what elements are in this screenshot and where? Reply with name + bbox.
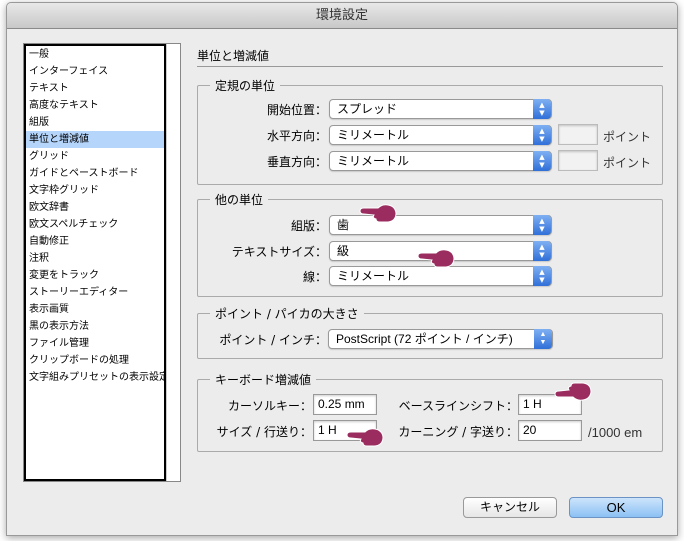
kerning-input[interactable]: 20 — [518, 420, 582, 441]
chevron-updown-icon: ▲ ▼ — [533, 99, 551, 119]
sidebar-item[interactable]: ストーリーエディター — [26, 284, 164, 301]
sidebar-item[interactable]: グリッド — [26, 148, 164, 165]
pointing-hand-icon — [359, 204, 397, 223]
sidebar-item[interactable]: ガイドとペーストボード — [26, 165, 164, 182]
vertical-points-input[interactable] — [558, 150, 598, 171]
select-value: ミリメートル — [337, 128, 410, 142]
divider — [197, 66, 663, 67]
select-value: 歯 — [337, 218, 350, 232]
select-value: スプレッド — [337, 102, 398, 116]
chevron-updown-icon: ▲ ▼ — [533, 215, 551, 235]
select-value: 級 — [337, 244, 350, 258]
select-value: ミリメートル — [337, 269, 410, 283]
points-inch-label: ポイント / インチ： — [219, 333, 327, 347]
cursor-key-input[interactable]: 0.25 mm — [313, 394, 377, 415]
origin-label: 開始位置： — [266, 103, 327, 117]
cursor-key-label: カーソルキー： — [227, 399, 312, 413]
keyboard-increments-group: キーボード増減値 カーソルキー： 0.25 mm サイズ / 行送り： 1 H … — [197, 371, 663, 452]
sidebar-item[interactable]: 黒の表示方法 — [26, 318, 164, 335]
vertical-select[interactable]: ミリメートル ▲ ▼ — [329, 151, 552, 171]
ok-button[interactable]: OK — [569, 497, 663, 518]
point-pica-group: ポイント / パイカの大きさ ポイント / インチ： PostScript (7… — [197, 305, 663, 359]
sidebar-item[interactable]: 文字組みプリセットの表示設定 — [26, 369, 169, 386]
chevron-updown-icon: ▲ ▼ — [533, 125, 551, 145]
sidebar-item[interactable]: クリップボードの処理 — [26, 352, 164, 369]
ruler-units-group: 定規の単位 開始位置： スプレッド ▲ ▼ 水平方向： ミリメートル ▲ ▼ ポイント … — [197, 77, 663, 185]
sidebar-item[interactable]: 一般 — [26, 46, 164, 63]
sidebar-item[interactable]: 組版 — [26, 114, 164, 131]
sidebar-item[interactable]: 欧文辞書 — [26, 199, 164, 216]
sidebar-item[interactable]: 表示画質 — [26, 301, 164, 318]
sidebar-item[interactable]: 高度なテキスト — [26, 97, 164, 114]
sidebar-item[interactable]: 文字枠グリッド — [26, 182, 164, 199]
origin-select[interactable]: スプレッド ▲ ▼ — [329, 99, 552, 119]
text-size-label: テキストサイズ： — [231, 245, 327, 259]
sidebar-item[interactable]: テキスト — [26, 80, 164, 97]
points-inch-select[interactable]: PostScript (72 ポイント / インチ) ▲ ▼ — [328, 329, 553, 349]
chevron-updown-icon: ▲ ▼ — [533, 151, 551, 171]
horizontal-select[interactable]: ミリメートル ▲ ▼ — [329, 125, 552, 145]
sidebar-list: 一般 インターフェイス テキスト 高度なテキスト 組版 単位と増減値 グリッド ガイドとペース… — [23, 43, 181, 482]
page-title: 単位と増減値 — [197, 49, 270, 63]
sidebar-item[interactable]: ファイル管理 — [26, 335, 164, 352]
unit-label: ポイント — [603, 156, 652, 170]
pointing-hand-icon — [346, 428, 384, 447]
horizontal-points-input[interactable] — [558, 124, 598, 145]
chevron-updown-icon: ▲ ▼ — [533, 266, 551, 286]
sidebar-item[interactable]: 単位と増減値 — [26, 131, 164, 148]
window-title: 環境設定 — [7, 3, 677, 29]
size-leading-label: サイズ / 行送り： — [216, 425, 312, 439]
group-label: ポイント / パイカの大きさ — [210, 305, 364, 322]
baseline-shift-label: ベースラインシフト： — [398, 399, 518, 413]
group-label: キーボード増減値 — [210, 371, 317, 388]
composition-label: 組版： — [290, 219, 327, 233]
group-label: 他の単位 — [210, 191, 269, 208]
sidebar-item[interactable]: 注釈 — [26, 250, 164, 267]
chevron-updown-icon: ▲ ▼ — [533, 241, 551, 261]
horizontal-label: 水平方向： — [266, 129, 327, 143]
pointing-hand-icon — [554, 382, 592, 401]
scrollbar[interactable] — [166, 44, 180, 481]
unit-label: ポイント — [603, 130, 652, 144]
group-label: 定規の単位 — [210, 77, 281, 94]
sidebar-item[interactable]: インターフェイス — [26, 63, 164, 80]
sidebar-items: 一般 インターフェイス テキスト 高度なテキスト 組版 単位と増減値 グリッド ガイドとペース… — [24, 44, 169, 481]
pointing-hand-icon — [417, 249, 455, 268]
vertical-label: 垂直方向： — [266, 155, 327, 169]
sidebar-item[interactable]: 変更をトラック — [26, 267, 164, 284]
stroke-label: 線： — [302, 270, 327, 284]
select-value: ミリメートル — [337, 154, 410, 168]
preferences-window: 環境設定 一般 インターフェイス テキスト 高度なテキスト 組版 単位と増減値 グリッド ガイ… — [6, 2, 678, 536]
sidebar-item[interactable]: 欧文スペルチェック — [26, 216, 164, 233]
kerning-unit: /1000 em — [588, 425, 643, 440]
kerning-label: カーニング / 字送り： — [398, 425, 518, 439]
select-value: PostScript (72 ポイント / インチ) — [336, 332, 513, 346]
chevron-updown-icon: ▲ ▼ — [534, 329, 552, 349]
sidebar-item[interactable]: 自動修正 — [26, 233, 164, 250]
cancel-button[interactable]: キャンセル — [463, 497, 557, 518]
